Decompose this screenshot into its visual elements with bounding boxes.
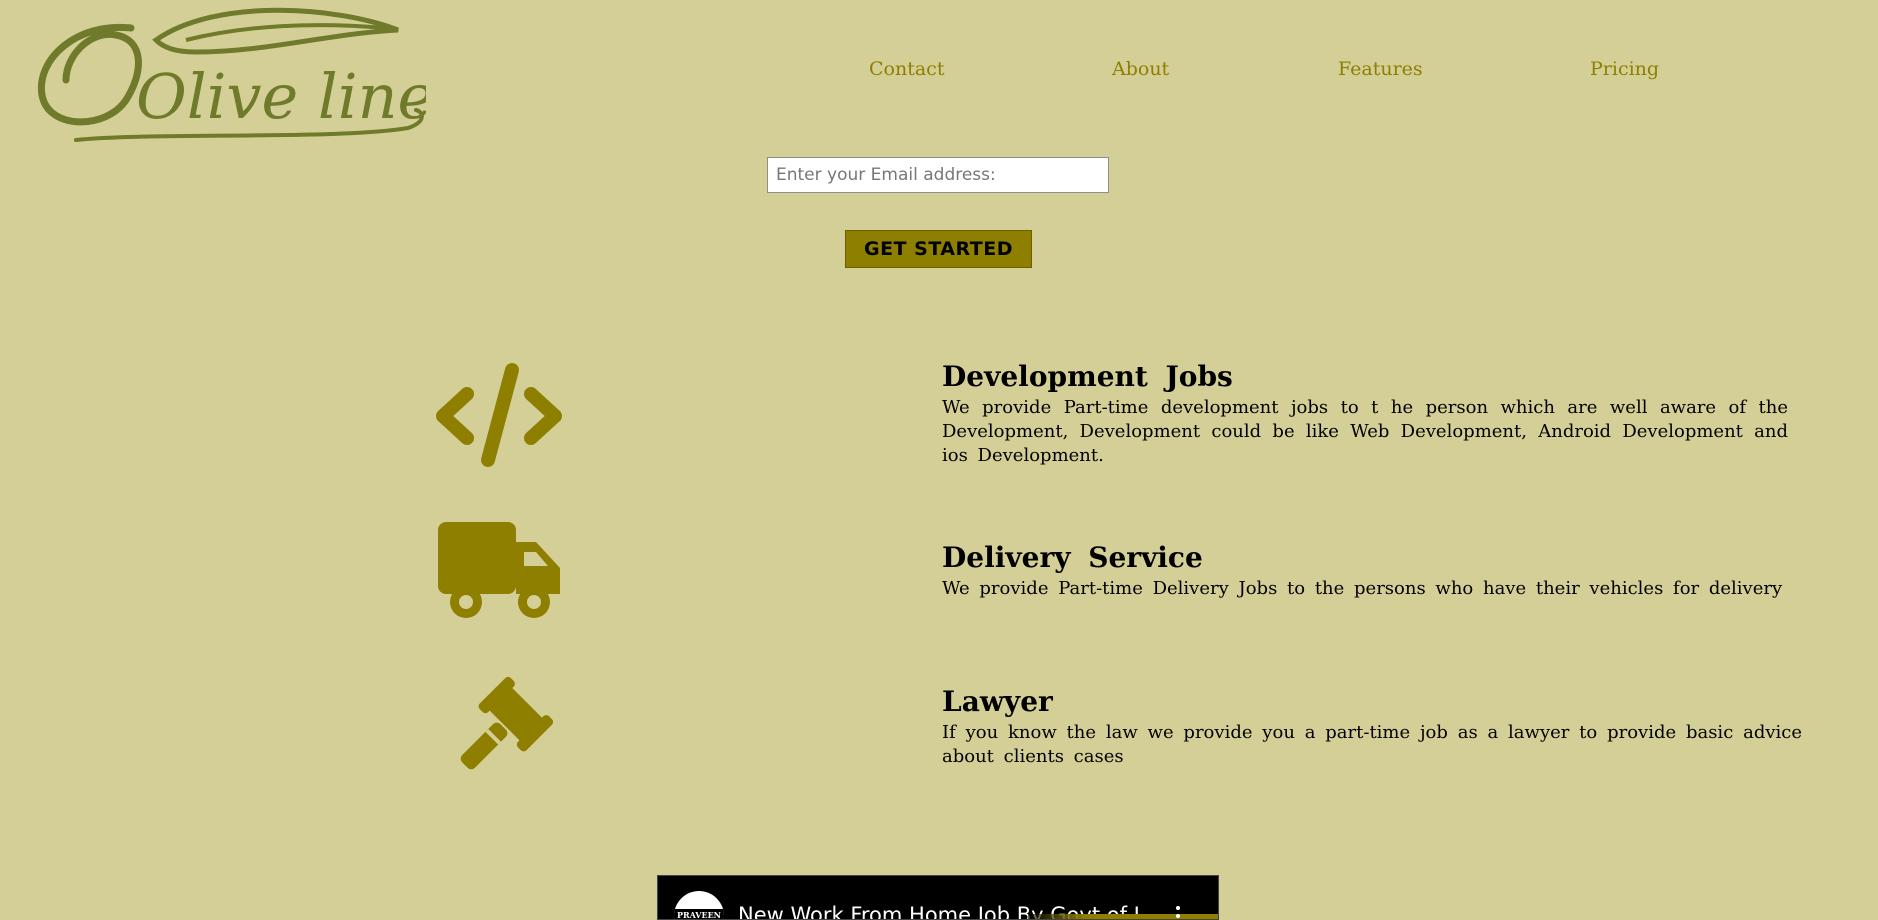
nav-contact[interactable]: Contact [869, 58, 944, 80]
code-icon [433, 362, 565, 468]
nav-about[interactable]: About [1112, 58, 1169, 80]
video-thumbnail-strip [1028, 914, 1218, 919]
service-description: We provide Part-time development jobs to… [942, 397, 1788, 466]
gavel-icon [448, 676, 554, 782]
more-options-icon[interactable] [1176, 906, 1180, 919]
olive-line-logo-icon: Olive line [37, 7, 426, 142]
service-description: We provide Part-time Delivery Jobs to th… [942, 578, 1783, 599]
channel-badge: PRAVEEN [674, 909, 724, 919]
site-logo[interactable]: Olive line [36, 0, 426, 155]
logo-wordmark: Olive line [136, 60, 426, 133]
service-description: If you know the law we provide you a par… [942, 722, 1802, 767]
service-title: Development Jobs [942, 360, 1233, 393]
get-started-button[interactable]: GET STARTED [845, 230, 1032, 268]
video-embed[interactable]: PRAVEEN New Work From Home Job By Govt o… [657, 875, 1219, 920]
service-title: Lawyer [942, 685, 1053, 718]
nav-features[interactable]: Features [1338, 58, 1423, 80]
email-input[interactable] [767, 157, 1109, 193]
nav-pricing[interactable]: Pricing [1590, 58, 1659, 80]
channel-avatar[interactable]: PRAVEEN [674, 891, 724, 919]
truck-icon [436, 520, 564, 624]
service-title: Delivery Service [942, 541, 1203, 574]
